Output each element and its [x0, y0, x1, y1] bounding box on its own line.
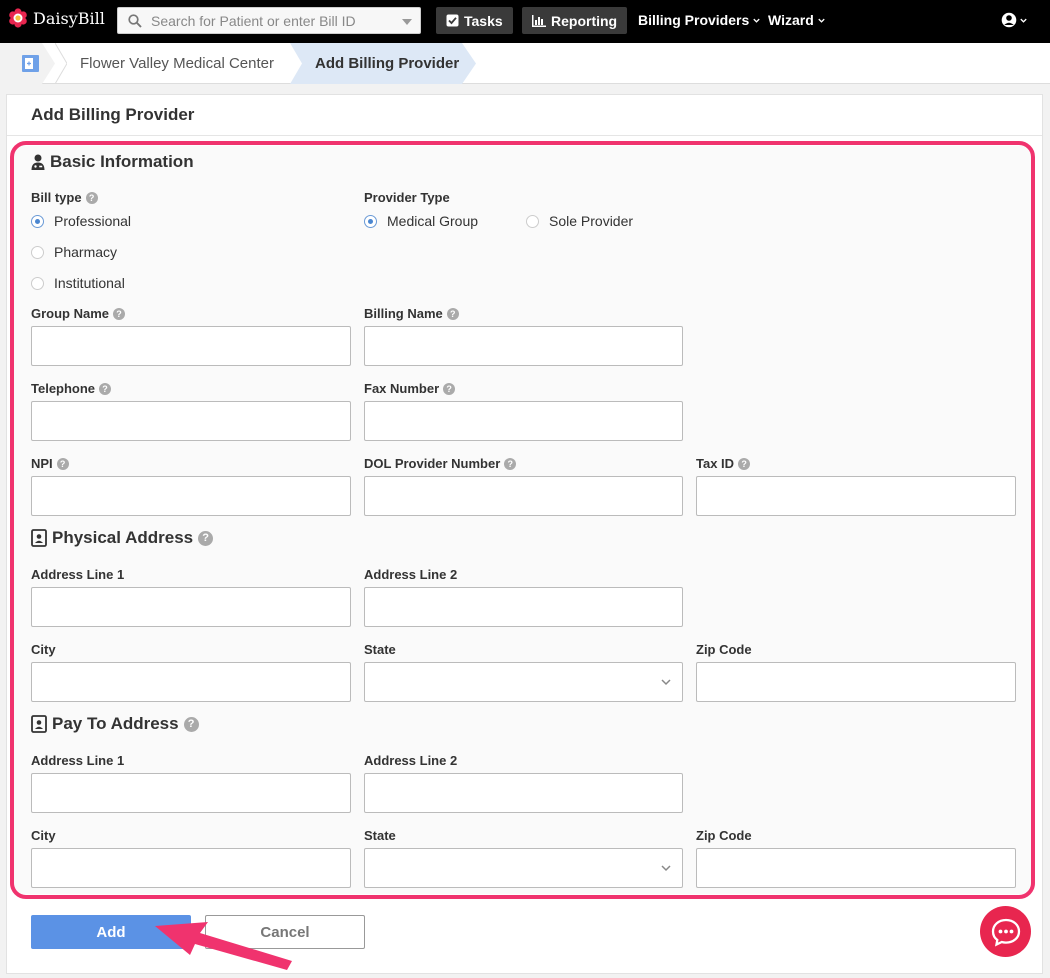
bar-chart-icon [532, 14, 546, 27]
title-divider [7, 135, 1042, 136]
user-circle-icon [1001, 12, 1017, 28]
chat-button[interactable] [980, 906, 1031, 957]
chat-bubble-icon [991, 918, 1020, 946]
billing-providers-label: Billing Providers [638, 12, 750, 28]
reporting-button[interactable]: Reporting [522, 7, 628, 34]
billing-providers-menu[interactable]: Billing Providers [638, 12, 761, 28]
pointer-arrow-annotation [155, 922, 292, 970]
chevron-down-icon [1020, 18, 1027, 23]
breadcrumb: Flower Valley Medical Center Add Billing… [0, 43, 1050, 84]
reporting-label: Reporting [551, 12, 618, 29]
search-input[interactable] [151, 8, 391, 33]
wizard-menu[interactable]: Wizard [768, 12, 826, 28]
daisybill-logo[interactable]: DaisyBill [8, 8, 105, 28]
search-dropdown-caret-icon[interactable] [402, 19, 412, 25]
breadcrumb-home[interactable] [0, 43, 55, 84]
chevron-down-icon [818, 18, 825, 23]
breadcrumb-divider [55, 43, 67, 84]
top-navbar: DaisyBill Tasks Reporting Billing Provid… [0, 0, 1050, 43]
form-highlight-annotation [10, 141, 1035, 899]
brand-name: DaisyBill [33, 8, 105, 28]
breadcrumb-current: Add Billing Provider [315, 55, 460, 72]
daisy-flower-icon [9, 8, 27, 28]
breadcrumb-parent-link[interactable]: Flower Valley Medical Center [80, 55, 274, 72]
patient-search[interactable] [117, 7, 421, 34]
search-icon [128, 14, 142, 28]
check-square-icon [446, 14, 459, 27]
tasks-label: Tasks [464, 12, 503, 29]
user-menu[interactable] [1001, 12, 1028, 28]
page-title: Add Billing Provider [31, 105, 195, 124]
tasks-button[interactable]: Tasks [436, 7, 513, 34]
chevron-down-icon [753, 18, 760, 23]
wizard-label: Wizard [768, 12, 814, 28]
